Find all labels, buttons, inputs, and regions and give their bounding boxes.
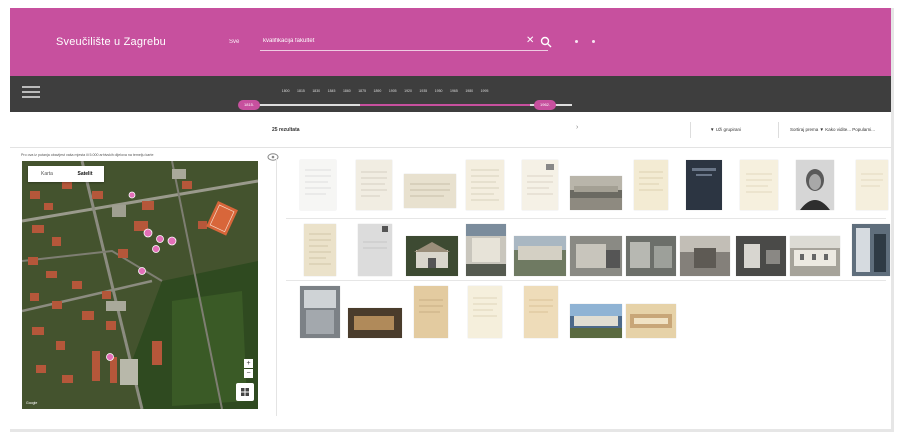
timeline-year-label: 1815 bbox=[297, 89, 305, 93]
timeline-year-label: 1920 bbox=[404, 89, 412, 93]
search-icon[interactable] bbox=[540, 36, 552, 48]
result-thumbnail[interactable] bbox=[570, 236, 622, 276]
zoom-out-button[interactable]: − bbox=[244, 369, 253, 378]
result-thumbnail[interactable] bbox=[522, 160, 558, 210]
gallery-row bbox=[286, 222, 890, 280]
result-thumbnail[interactable] bbox=[686, 160, 722, 210]
satellite-map[interactable]: Karta Satelit + − Google bbox=[22, 161, 258, 409]
result-thumbnail[interactable] bbox=[304, 224, 336, 276]
timeline-selected-range[interactable] bbox=[360, 104, 530, 106]
fullscreen-icon bbox=[241, 388, 249, 396]
result-thumbnail[interactable] bbox=[736, 236, 786, 276]
result-thumbnail[interactable] bbox=[570, 304, 622, 338]
timeline-year-label: 1860 bbox=[342, 89, 351, 93]
result-thumbnail[interactable] bbox=[570, 176, 622, 210]
result-thumbnail[interactable] bbox=[356, 160, 392, 210]
fullscreen-button[interactable] bbox=[236, 383, 254, 401]
result-thumbnail[interactable] bbox=[524, 286, 558, 338]
results-count: 25 rezultata bbox=[272, 127, 300, 133]
site-header: Sveučilište u Zagrebu Sve ✕ bbox=[10, 8, 891, 76]
timeline-year-label: 1890 bbox=[373, 89, 382, 93]
result-thumbnail[interactable] bbox=[406, 236, 458, 276]
result-thumbnail[interactable] bbox=[414, 286, 448, 338]
gallery-row bbox=[286, 284, 886, 342]
map-note: Pro ova iz putanja obavijest vaša mjesta… bbox=[21, 153, 154, 157]
result-thumbnail[interactable] bbox=[404, 174, 456, 208]
tab-satellite[interactable]: Satelit bbox=[66, 166, 104, 182]
result-thumbnail[interactable] bbox=[300, 286, 340, 338]
result-thumbnail[interactable] bbox=[626, 304, 676, 338]
timeline-year-label: 1875 bbox=[358, 89, 367, 93]
result-thumbnail[interactable] bbox=[468, 286, 502, 338]
map-attribution: Google bbox=[26, 401, 38, 405]
map-type-tabs: Karta Satelit bbox=[28, 166, 104, 182]
header-option-icon[interactable] bbox=[575, 40, 578, 43]
timeline-year-label: 1800 bbox=[281, 89, 290, 93]
timeline-year-label: 1935 bbox=[419, 89, 428, 93]
tab-map[interactable]: Karta bbox=[28, 166, 66, 182]
result-thumbnail[interactable] bbox=[348, 308, 402, 338]
result-thumbnail[interactable] bbox=[466, 224, 506, 276]
result-thumbnail[interactable] bbox=[626, 236, 676, 276]
filter-button[interactable]: ▼ Uži grupirani bbox=[710, 127, 741, 132]
result-thumbnail[interactable] bbox=[300, 160, 336, 210]
search-input[interactable] bbox=[263, 38, 513, 44]
timeline-end-handle[interactable]: 1962. bbox=[534, 100, 557, 110]
row-divider bbox=[286, 218, 886, 219]
gallery-row bbox=[286, 154, 888, 212]
sort-button[interactable]: Sortiraj prema ▼ Kako vidite... Popularn… bbox=[790, 127, 875, 132]
timeline-year-label: 1965 bbox=[450, 89, 458, 93]
satellite-imagery bbox=[22, 161, 258, 409]
timeline-years: 1800 1815 1830 1845 1860 1875 1890 1905 1920 1935… bbox=[278, 89, 492, 93]
panel-divider bbox=[276, 158, 277, 416]
zoom-in-button[interactable]: + bbox=[244, 359, 253, 368]
row-divider bbox=[286, 280, 886, 281]
timeline-year-label: 1845 bbox=[327, 89, 336, 93]
result-thumbnail[interactable] bbox=[796, 160, 834, 210]
timeline-start-handle[interactable]: 1815. bbox=[238, 100, 261, 110]
timeline-year-label: 1950 bbox=[434, 89, 443, 93]
timeline-bar: 1800 1815 1830 1845 1860 1875 1890 1905 1920 1935… bbox=[10, 76, 891, 112]
app-frame: Sveučilište u Zagrebu Sve ✕ 1800 1815 1830… bbox=[10, 8, 894, 432]
timeline-year-label: 1995 bbox=[480, 89, 489, 93]
search-scope-select[interactable]: Sve bbox=[229, 39, 239, 45]
result-thumbnail[interactable] bbox=[852, 224, 890, 276]
brand-title[interactable]: Sveučilište u Zagrebu bbox=[56, 36, 166, 48]
result-thumbnail[interactable] bbox=[514, 236, 566, 276]
chevron-right-icon[interactable]: › bbox=[576, 124, 578, 131]
eye-icon[interactable] bbox=[267, 152, 279, 162]
toolbar-divider bbox=[690, 122, 691, 138]
timeline-year-label: 1830 bbox=[312, 89, 321, 93]
timeline-year-label: 1905 bbox=[388, 89, 397, 93]
result-thumbnail[interactable] bbox=[634, 160, 668, 210]
results-toolbar: 25 rezultata › ▼ Uži grupirani Sortiraj … bbox=[10, 112, 891, 148]
close-icon[interactable]: ✕ bbox=[526, 35, 534, 46]
toolbar-divider bbox=[778, 122, 779, 138]
header-menu-icon[interactable] bbox=[592, 40, 595, 43]
hamburger-menu-icon[interactable] bbox=[22, 86, 40, 98]
timeline-year-label: 1980 bbox=[465, 89, 474, 93]
search-box: ✕ bbox=[260, 35, 552, 51]
result-thumbnail[interactable] bbox=[466, 160, 504, 210]
result-thumbnail[interactable] bbox=[680, 236, 730, 276]
result-thumbnail[interactable] bbox=[790, 236, 840, 276]
result-thumbnail[interactable] bbox=[358, 224, 392, 276]
result-thumbnail[interactable] bbox=[856, 160, 888, 210]
result-thumbnail[interactable] bbox=[740, 160, 778, 210]
